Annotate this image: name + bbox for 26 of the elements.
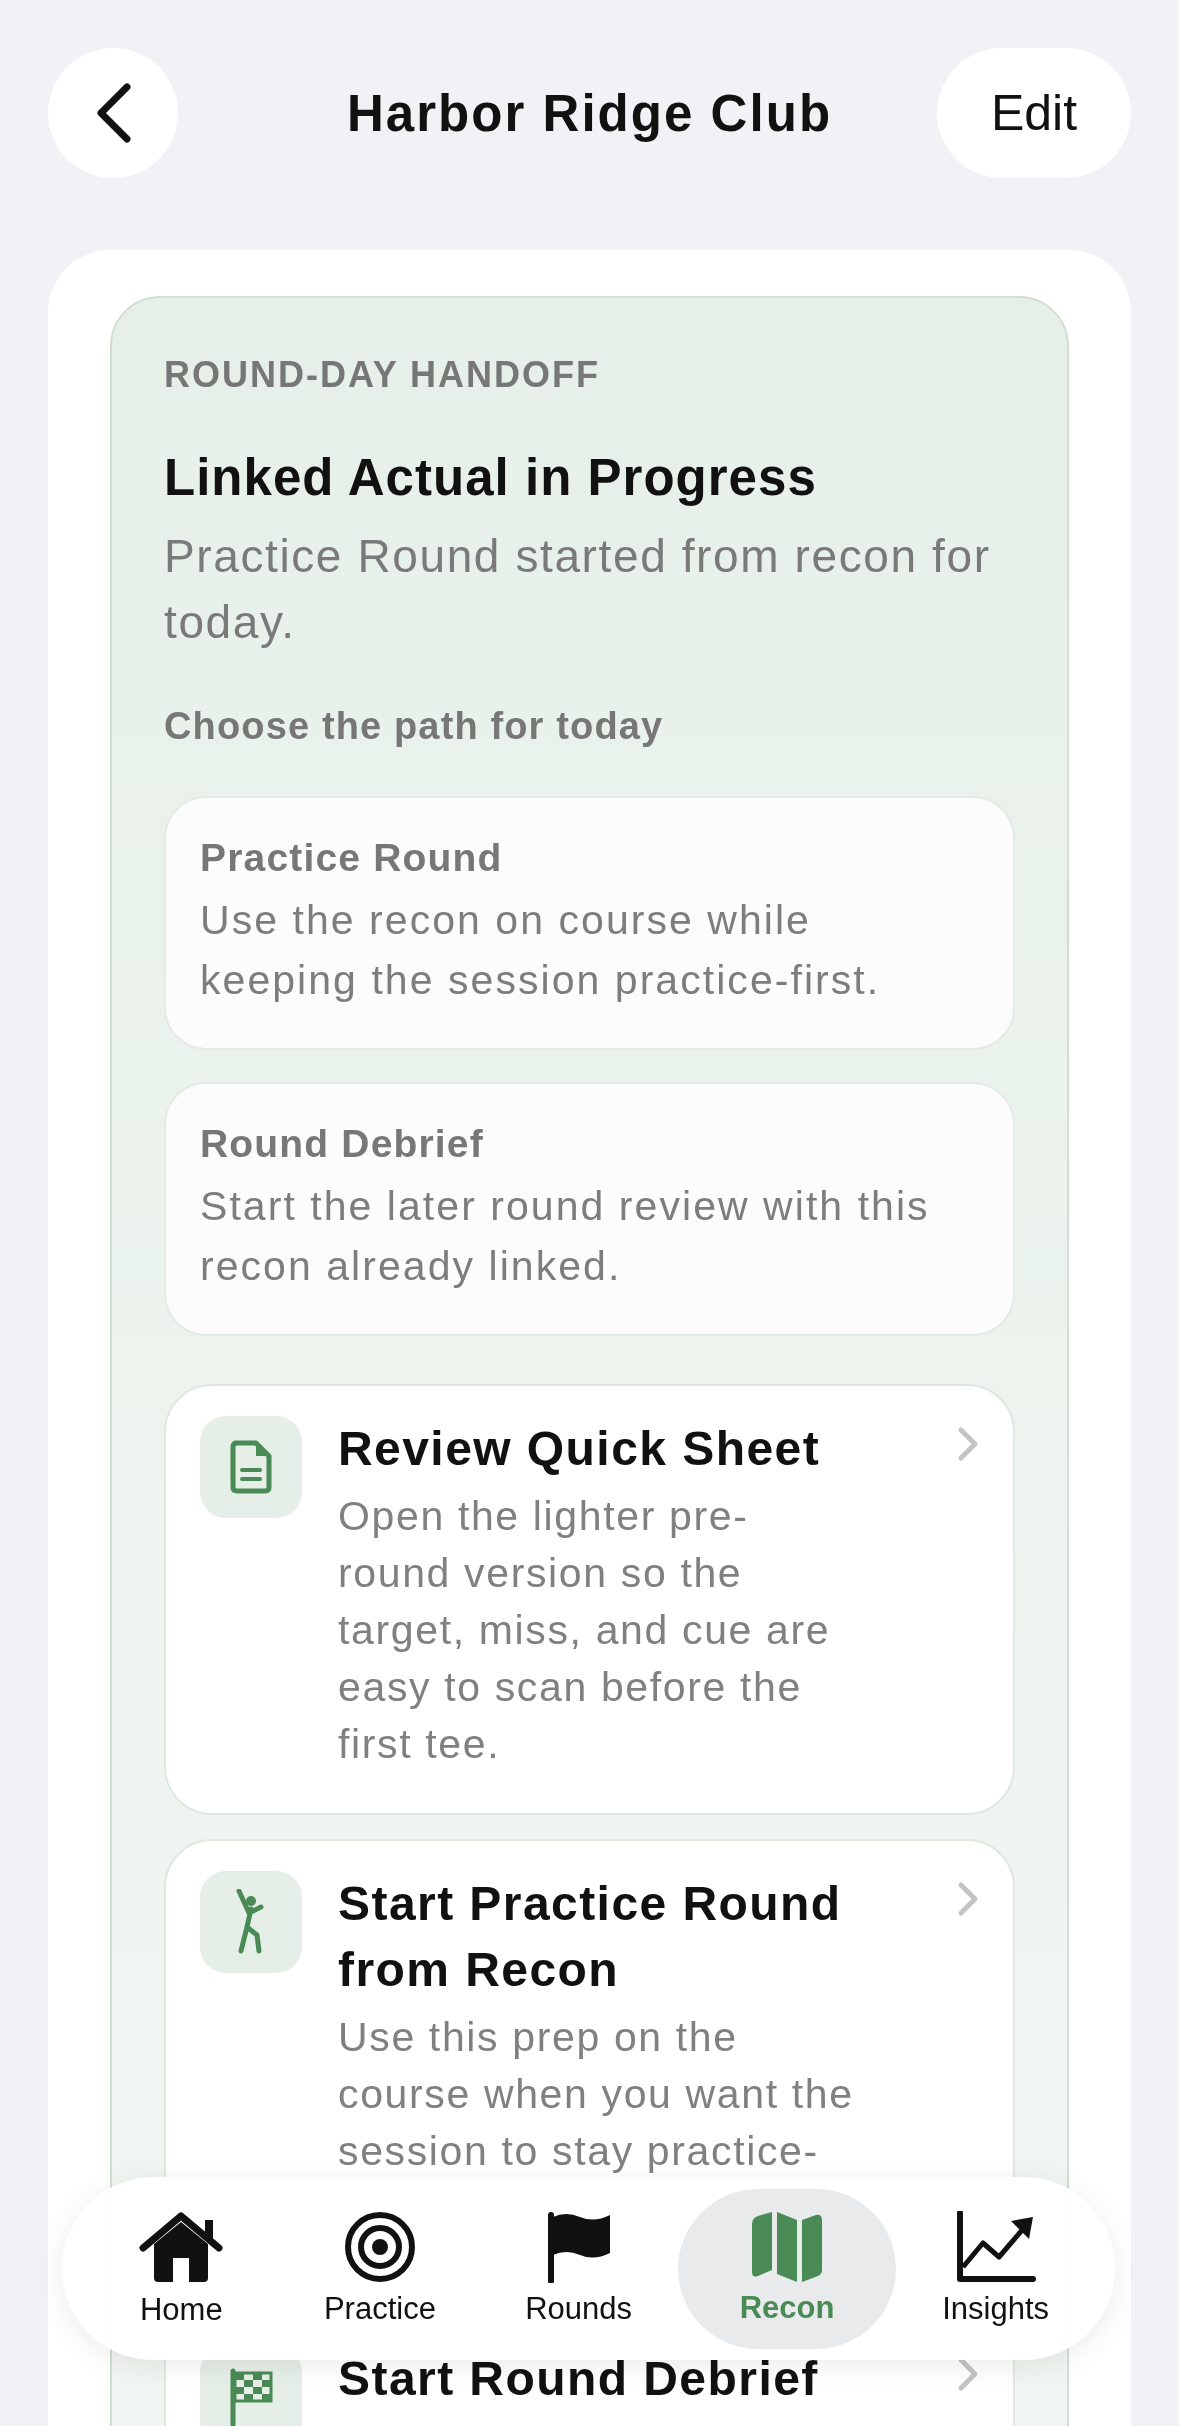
home-icon bbox=[138, 2209, 225, 2284]
option-title: Practice Round bbox=[200, 836, 504, 880]
map-icon bbox=[750, 2211, 825, 2282]
path-option[interactable]: Practice Round Use the recon on course while keeping the session practice-first. bbox=[164, 796, 1015, 1050]
flag-icon bbox=[545, 2210, 612, 2283]
edit-button[interactable]: Edit bbox=[937, 48, 1131, 178]
handoff-subtitle: Practice Round started from recon for today. bbox=[164, 529, 992, 650]
action-title: Start Practice Round from Recon bbox=[338, 1876, 843, 1998]
option-description: Start the later round review with this recon already linked. bbox=[200, 1182, 931, 1291]
screen-title: Harbor Ridge Club bbox=[346, 83, 833, 143]
chevron-icon bbox=[957, 1426, 979, 1462]
document-icon bbox=[229, 1440, 273, 1494]
section-label: ROUND-DAY HANDOFF bbox=[164, 354, 601, 396]
chart-icon bbox=[954, 2210, 1037, 2283]
action-description: Use this prep on the course when you want the session to stay practice- bbox=[338, 2013, 855, 2176]
path-option[interactable]: Round Debrief Start the later round review with this recon already linked. bbox=[164, 1082, 1015, 1336]
chevron-icon bbox=[957, 1881, 979, 1917]
action-title: Start Round Debrief bbox=[338, 2351, 820, 2407]
handoff-title: Linked Actual in Progress bbox=[164, 448, 818, 507]
target-icon bbox=[343, 2210, 416, 2283]
action-description: Open the lighter pre-round version so the target, miss, and cue are easy to scan before the first tee. bbox=[338, 1492, 832, 1769]
action-title: Review Quick Sheet bbox=[338, 1421, 822, 1477]
option-title: Round Debrief bbox=[200, 1122, 485, 1166]
action-card[interactable]: Review Quick Sheet Open the lighter pre-round version so the target, miss, and cue are easy to scan before the first tee. bbox=[164, 1384, 1015, 1815]
path-prompt: Choose the path for today bbox=[164, 705, 665, 748]
option-description: Use the recon on course while keeping the session practice-first. bbox=[200, 896, 882, 1005]
